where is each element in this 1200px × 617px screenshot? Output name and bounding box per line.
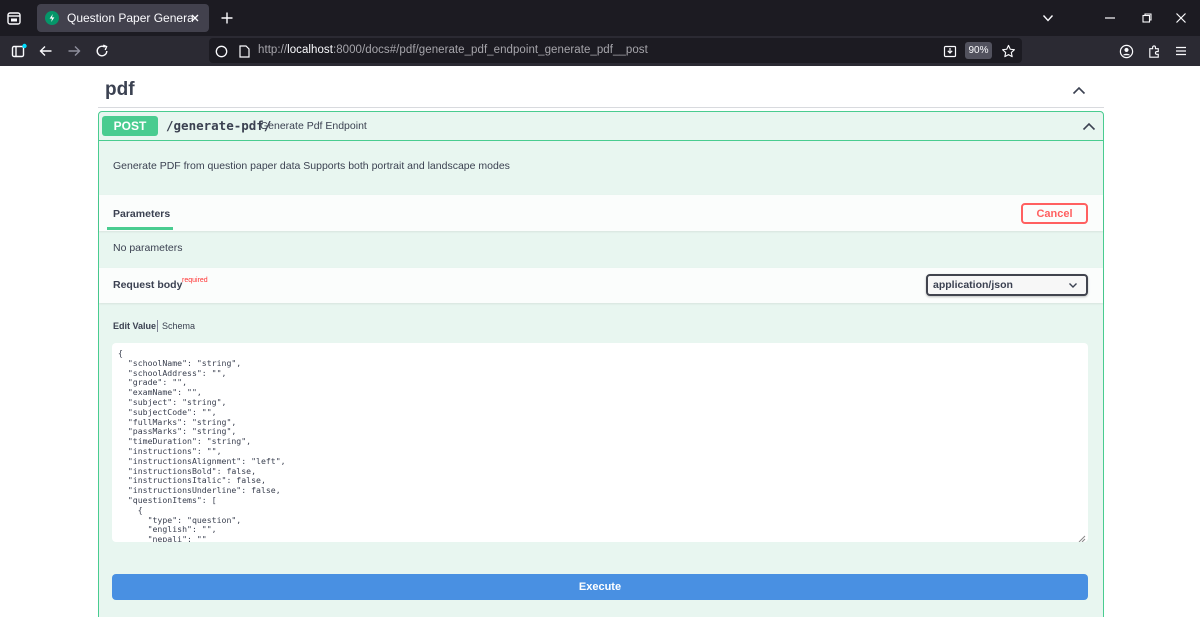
request-body-title: Request body bbox=[113, 279, 183, 291]
request-body-json: { "schoolName": "string", "schoolAddress… bbox=[118, 348, 286, 542]
shield-icon[interactable] bbox=[213, 43, 229, 59]
forward-icon[interactable] bbox=[64, 41, 84, 61]
minimize-icon[interactable] bbox=[1100, 8, 1120, 28]
new-tab-icon[interactable] bbox=[217, 8, 237, 28]
tab-close-icon[interactable] bbox=[187, 10, 203, 26]
zoom-level[interactable]: 90% bbox=[965, 42, 992, 59]
tab-divider bbox=[157, 320, 158, 332]
browser-tab[interactable]: Question Paper Generator API - bbox=[37, 4, 209, 32]
content-type-value: application/json bbox=[933, 279, 1013, 291]
extensions-icon[interactable] bbox=[1144, 41, 1164, 61]
menu-icon[interactable] bbox=[1171, 41, 1191, 61]
operation-description: Generate PDF from question paper data Su… bbox=[113, 160, 510, 172]
parameters-section-header bbox=[99, 195, 1103, 231]
page-info-icon[interactable] bbox=[236, 43, 252, 59]
operation-path[interactable]: /generate-pdf/ bbox=[166, 118, 271, 133]
code-line: "questionItems": [ bbox=[118, 494, 217, 505]
tab-title: Question Paper Generator API - bbox=[67, 11, 193, 25]
chevron-down-icon bbox=[1068, 281, 1078, 289]
tab-edit-value[interactable]: Edit Value bbox=[113, 321, 156, 331]
tab-schema[interactable]: Schema bbox=[162, 321, 195, 331]
restore-icon[interactable] bbox=[1137, 8, 1157, 28]
execute-label: Execute bbox=[578, 581, 622, 593]
sidebar-icon[interactable] bbox=[9, 41, 29, 61]
tag-section-header[interactable] bbox=[98, 71, 1104, 108]
code-line: "nepali": "" bbox=[118, 534, 207, 542]
account-icon[interactable] bbox=[1116, 41, 1136, 61]
save-to-pocket-icon[interactable] bbox=[941, 42, 959, 60]
bookmark-star-icon[interactable] bbox=[998, 41, 1018, 61]
tag-title: pdf bbox=[105, 79, 135, 100]
http-method-badge: POST bbox=[102, 116, 158, 136]
url-text: http://localhost:8000/docs#/pdf/generate… bbox=[258, 44, 648, 56]
reload-icon[interactable] bbox=[92, 41, 112, 61]
window-close-icon[interactable] bbox=[1171, 8, 1191, 28]
list-all-tabs-icon[interactable] bbox=[1038, 8, 1058, 28]
operation-collapse-chevron-icon[interactable] bbox=[1078, 117, 1100, 135]
firefox-view-icon[interactable] bbox=[4, 8, 24, 28]
cancel-button[interactable]: Cancel bbox=[1021, 203, 1088, 224]
tag-collapse-chevron-icon[interactable] bbox=[1068, 80, 1090, 100]
required-label: required bbox=[182, 277, 208, 284]
parameters-tab-underline bbox=[107, 227, 173, 230]
resize-handle-icon[interactable] bbox=[1076, 530, 1086, 542]
operation-summary-text: Generate Pdf Endpoint bbox=[260, 120, 367, 132]
execute-button[interactable]: Execute bbox=[112, 574, 1088, 600]
tab-parameters[interactable]: Parameters bbox=[113, 208, 170, 220]
request-body-editor[interactable]: { "schoolName": "string", "schoolAddress… bbox=[112, 343, 1088, 542]
back-icon[interactable] bbox=[36, 41, 56, 61]
no-parameters-text: No parameters bbox=[113, 242, 183, 254]
fastapi-favicon-icon bbox=[45, 11, 59, 25]
